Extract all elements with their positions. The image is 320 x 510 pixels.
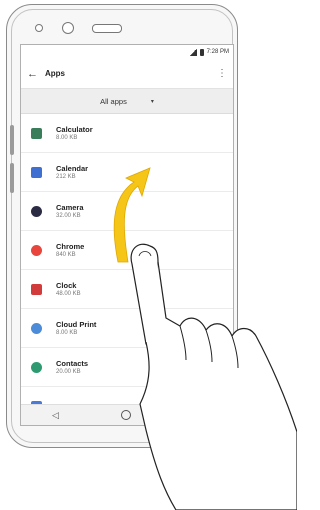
app-text: Contacts 20.00 KB	[56, 359, 88, 376]
app-size: 32.00 KB	[56, 212, 81, 219]
app-list-item[interactable]: Camera 32.00 KB	[21, 192, 233, 231]
calculator-icon	[31, 127, 42, 139]
earpiece-speaker	[92, 24, 122, 33]
dropdown-caret-icon: ▾	[150, 98, 154, 105]
chrome-icon	[31, 244, 42, 256]
filter-label: All apps	[100, 96, 127, 106]
nav-recent-apps-icon[interactable]	[192, 410, 202, 420]
app-list-item[interactable]: Cloud Print 8.00 KB	[21, 309, 233, 348]
app-text: Cloud Print 8.00 KB	[56, 320, 96, 337]
volume-up-button	[10, 125, 14, 155]
status-time: 7:28 PM	[206, 49, 229, 55]
app-list-item[interactable]: Calendar 212 KB	[21, 153, 233, 192]
cloud-print-icon	[31, 322, 42, 334]
front-camera-icon	[62, 22, 74, 34]
app-list-item[interactable]: Clock 48.00 KB	[21, 270, 233, 309]
app-name: Cloud Print	[56, 319, 97, 329]
app-name: Chrome	[56, 241, 85, 251]
phone-screen: 7:28 PM ← Apps ⋮ All apps ▾ Calculator 8.…	[20, 44, 234, 426]
app-name: Contacts	[56, 358, 89, 368]
app-size: 48.00 KB	[56, 290, 81, 297]
nav-home-icon[interactable]	[120, 410, 131, 420]
app-size: 840 KB	[56, 251, 76, 258]
page-title: Apps	[45, 69, 65, 78]
app-name: Camera	[56, 202, 84, 212]
app-list-item[interactable]: Chrome 840 KB	[21, 231, 233, 270]
calendar-icon	[31, 166, 42, 178]
overflow-menu-icon[interactable]: ⋮	[217, 68, 227, 79]
app-list-item[interactable]: Contacts 20.00 KB	[21, 348, 233, 387]
volume-down-button	[10, 163, 14, 193]
app-size: 8.00 KB	[56, 329, 78, 336]
app-filter-dropdown[interactable]: All apps ▾	[21, 89, 233, 114]
app-size: 212 KB	[56, 173, 76, 180]
camera-icon	[31, 205, 42, 217]
app-size: 8.00 KB	[56, 134, 78, 141]
navigation-bar: ◁	[21, 404, 233, 425]
app-name: Calculator	[56, 124, 93, 134]
app-text: Chrome 840 KB	[56, 242, 84, 259]
app-list-item[interactable]: Calculator 8.00 KB	[21, 114, 233, 153]
clock-icon	[31, 283, 42, 295]
app-name: Calendar	[56, 163, 89, 173]
app-text: Calendar 212 KB	[56, 164, 88, 181]
sensor-icon	[35, 24, 43, 32]
app-text: Clock 48.00 KB	[56, 281, 81, 298]
app-list: Calculator 8.00 KB Calendar 212 KB Camera 32.…	[21, 114, 233, 425]
nav-back-icon[interactable]: ◁	[52, 410, 59, 421]
signal-icon	[188, 48, 197, 56]
app-text: Calculator 8.00 KB	[56, 125, 93, 142]
battery-icon	[199, 48, 204, 56]
app-name: Clock	[56, 280, 77, 290]
app-bar: ← Apps ⋮	[21, 59, 233, 89]
arrow-left-icon[interactable]: ←	[27, 68, 41, 80]
status-bar: 7:28 PM	[21, 45, 233, 59]
app-text: Camera 32.00 KB	[56, 203, 84, 220]
app-size: 20.00 KB	[56, 368, 81, 375]
contacts-icon	[31, 361, 42, 373]
